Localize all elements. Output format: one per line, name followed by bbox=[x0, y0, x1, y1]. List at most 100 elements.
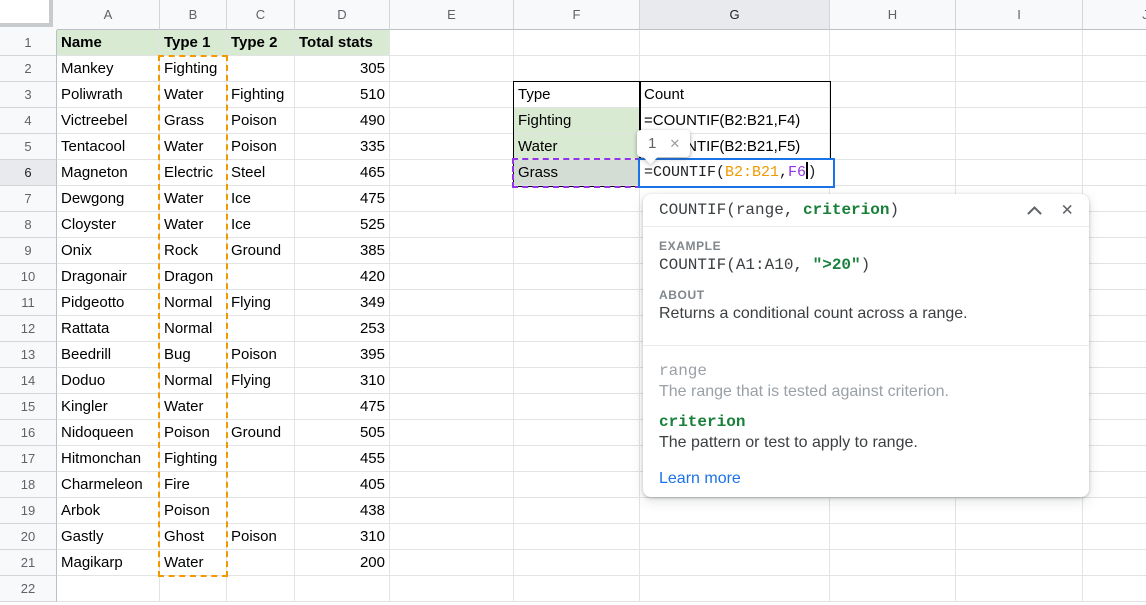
cell-F7[interactable] bbox=[514, 186, 640, 212]
select-all-corner[interactable] bbox=[0, 0, 57, 30]
cell-B13[interactable]: Bug bbox=[160, 342, 227, 368]
cell-D19[interactable]: 438 bbox=[295, 498, 390, 524]
cell-B1[interactable]: Type 1 bbox=[160, 30, 227, 56]
popup-close-icon[interactable]: ✕ bbox=[1062, 201, 1073, 220]
cell-A8[interactable]: Cloyster bbox=[57, 212, 160, 238]
cell-J7[interactable] bbox=[1083, 186, 1146, 212]
cell-A13[interactable]: Beedrill bbox=[57, 342, 160, 368]
cell-A5[interactable]: Tentacool bbox=[57, 134, 160, 160]
cell-C14[interactable]: Flying bbox=[227, 368, 295, 394]
row-header-2[interactable]: 2 bbox=[0, 56, 57, 82]
cell-J2[interactable] bbox=[1083, 56, 1146, 82]
cell-D12[interactable]: 253 bbox=[295, 316, 390, 342]
cell-A20[interactable]: Gastly bbox=[57, 524, 160, 550]
tooltip-close-icon[interactable]: ✕ bbox=[669, 136, 680, 152]
column-header-J[interactable]: J bbox=[1083, 0, 1146, 30]
cell-J10[interactable] bbox=[1083, 264, 1146, 290]
row-header-17[interactable]: 17 bbox=[0, 446, 57, 472]
cell-A6[interactable]: Magneton bbox=[57, 160, 160, 186]
row-header-5[interactable]: 5 bbox=[0, 134, 57, 160]
row-header-11[interactable]: 11 bbox=[0, 290, 57, 316]
cell-C16[interactable]: Ground bbox=[227, 420, 295, 446]
cell-B12[interactable]: Normal bbox=[160, 316, 227, 342]
cell-B15[interactable]: Water bbox=[160, 394, 227, 420]
row-header-20[interactable]: 20 bbox=[0, 524, 57, 550]
cell-I19[interactable] bbox=[956, 498, 1083, 524]
cell-I5[interactable] bbox=[956, 134, 1083, 160]
cell-A3[interactable]: Poliwrath bbox=[57, 82, 160, 108]
cell-C4[interactable]: Poison bbox=[227, 108, 295, 134]
cell-J13[interactable] bbox=[1083, 342, 1146, 368]
cell-D15[interactable]: 475 bbox=[295, 394, 390, 420]
cell-C9[interactable]: Ground bbox=[227, 238, 295, 264]
cell-F2[interactable] bbox=[514, 56, 640, 82]
cell-C10[interactable] bbox=[227, 264, 295, 290]
cell-B22[interactable] bbox=[160, 576, 227, 602]
cell-D7[interactable]: 475 bbox=[295, 186, 390, 212]
row-header-12[interactable]: 12 bbox=[0, 316, 57, 342]
cell-F12[interactable] bbox=[514, 316, 640, 342]
cell-I4[interactable] bbox=[956, 108, 1083, 134]
cell-G22[interactable] bbox=[640, 576, 830, 602]
cell-D3[interactable]: 510 bbox=[295, 82, 390, 108]
column-header-A[interactable]: A bbox=[57, 0, 160, 30]
cell-F5[interactable]: Water bbox=[514, 134, 640, 160]
cell-A2[interactable]: Mankey bbox=[57, 56, 160, 82]
row-header-18[interactable]: 18 bbox=[0, 472, 57, 498]
cell-E11[interactable] bbox=[390, 290, 514, 316]
row-header-15[interactable]: 15 bbox=[0, 394, 57, 420]
cell-I3[interactable] bbox=[956, 82, 1083, 108]
row-header-10[interactable]: 10 bbox=[0, 264, 57, 290]
cell-J15[interactable] bbox=[1083, 394, 1146, 420]
cell-A11[interactable]: Pidgeotto bbox=[57, 290, 160, 316]
cell-C1[interactable]: Type 2 bbox=[227, 30, 295, 56]
cell-C17[interactable] bbox=[227, 446, 295, 472]
cell-H2[interactable] bbox=[830, 56, 956, 82]
cell-F1[interactable] bbox=[514, 30, 640, 56]
cell-J4[interactable] bbox=[1083, 108, 1146, 134]
cell-B10[interactable]: Dragon bbox=[160, 264, 227, 290]
row-header-4[interactable]: 4 bbox=[0, 108, 57, 134]
row-header-19[interactable]: 19 bbox=[0, 498, 57, 524]
cell-B9[interactable]: Rock bbox=[160, 238, 227, 264]
cell-E14[interactable] bbox=[390, 368, 514, 394]
cell-J22[interactable] bbox=[1083, 576, 1146, 602]
cell-C8[interactable]: Ice bbox=[227, 212, 295, 238]
cell-B19[interactable]: Poison bbox=[160, 498, 227, 524]
cell-I1[interactable] bbox=[956, 30, 1083, 56]
cell-E16[interactable] bbox=[390, 420, 514, 446]
cell-H5[interactable] bbox=[830, 134, 956, 160]
cell-H6[interactable] bbox=[830, 160, 956, 186]
cell-B18[interactable]: Fire bbox=[160, 472, 227, 498]
column-header-G[interactable]: G bbox=[640, 0, 830, 30]
cell-B2[interactable]: Fighting bbox=[160, 56, 227, 82]
cell-A21[interactable]: Magikarp bbox=[57, 550, 160, 576]
collapse-chevron-up-icon[interactable] bbox=[1027, 206, 1042, 215]
row-header-13[interactable]: 13 bbox=[0, 342, 57, 368]
cell-I21[interactable] bbox=[956, 550, 1083, 576]
cell-J3[interactable] bbox=[1083, 82, 1146, 108]
cell-J5[interactable] bbox=[1083, 134, 1146, 160]
row-header-21[interactable]: 21 bbox=[0, 550, 57, 576]
cell-A22[interactable] bbox=[57, 576, 160, 602]
cell-B4[interactable]: Grass bbox=[160, 108, 227, 134]
cell-H19[interactable] bbox=[830, 498, 956, 524]
cell-A12[interactable]: Rattata bbox=[57, 316, 160, 342]
cell-D17[interactable]: 455 bbox=[295, 446, 390, 472]
cell-F14[interactable] bbox=[514, 368, 640, 394]
cell-F21[interactable] bbox=[514, 550, 640, 576]
cell-D6[interactable]: 465 bbox=[295, 160, 390, 186]
cell-A9[interactable]: Onix bbox=[57, 238, 160, 264]
cell-B14[interactable]: Normal bbox=[160, 368, 227, 394]
cell-B21[interactable]: Water bbox=[160, 550, 227, 576]
cell-F6[interactable]: Grass bbox=[514, 160, 640, 186]
cell-E10[interactable] bbox=[390, 264, 514, 290]
cell-F17[interactable] bbox=[514, 446, 640, 472]
row-header-1[interactable]: 1 bbox=[0, 30, 57, 56]
cell-J11[interactable] bbox=[1083, 290, 1146, 316]
cell-J14[interactable] bbox=[1083, 368, 1146, 394]
cell-H1[interactable] bbox=[830, 30, 956, 56]
cell-E1[interactable] bbox=[390, 30, 514, 56]
cell-F18[interactable] bbox=[514, 472, 640, 498]
cell-H21[interactable] bbox=[830, 550, 956, 576]
